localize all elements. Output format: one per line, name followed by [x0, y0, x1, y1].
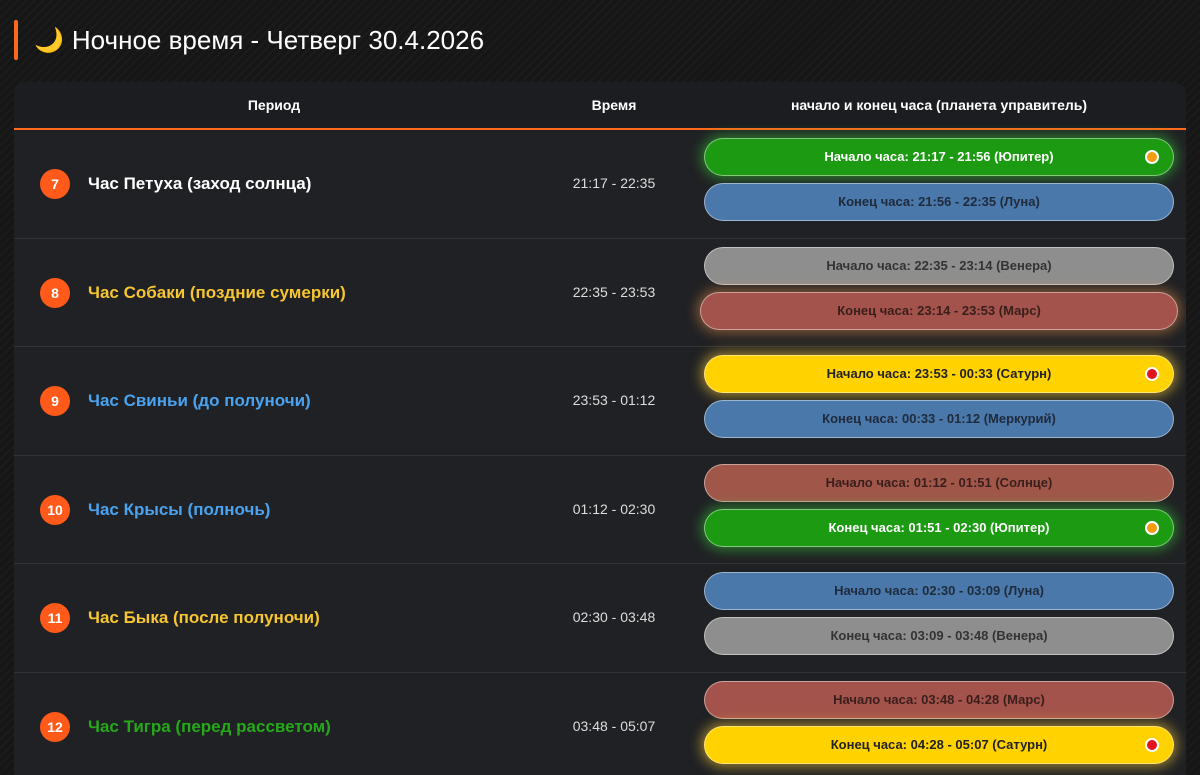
hour-name: Час Быка (после полуночи): [88, 608, 320, 628]
hour-time-range: 21:17 - 22:35: [572, 175, 656, 191]
table-row: 10 Час Крысы (полночь) 01:12 - 02:30 Начало…: [14, 456, 1186, 565]
title-accent-bar: [14, 20, 18, 60]
hour-time-range: 01:12 - 02:30: [572, 500, 656, 517]
pill-label: Начало часа: 02:30 - 03:09 (Луна): [834, 583, 1044, 599]
hour-time-range: 22:35 - 23:53: [572, 283, 656, 300]
pill-label: Конец часа: 01:51 - 02:30 (Юпитер): [828, 519, 1050, 535]
active-indicator-dot-icon: [1145, 520, 1159, 535]
active-indicator-dot-icon: [1145, 367, 1159, 382]
page-title-text: Ночное время - Четверг 30.4.2026: [71, 24, 485, 55]
hour-end-pill: Конец часа: 04:28 - 05:07 (Сатурн): [704, 725, 1174, 764]
hour-start-pill: Начало часа: 22:35 - 23:14 (Венера): [704, 246, 1174, 285]
hour-end-pill: Конец часа: 23:14 - 23:53 (Марс): [700, 291, 1178, 330]
hour-number-badge: 10: [40, 494, 70, 525]
hour-name: Час Крысы (полночь): [88, 499, 271, 519]
table-row: 12 Час Тигра (перед рассветом) 03:48 - 05:…: [14, 673, 1186, 775]
hour-number-badge: 8: [40, 277, 70, 308]
hours-table: Период Время начало и конец часа (планет…: [14, 82, 1186, 775]
hour-end-pill: Конец часа: 00:33 - 01:12 (Меркурий): [704, 400, 1174, 439]
pill-label: Конец часа: 00:33 - 01:12 (Меркурий): [822, 411, 1056, 427]
hour-start-pill: Начало часа: 01:12 - 01:51 (Солнце): [704, 463, 1174, 502]
pill-label: Начало часа: 22:35 - 23:14 (Венера): [826, 257, 1052, 273]
table-row: 11 Час Быка (после полуночи) 02:30 - 03:48…: [14, 564, 1186, 673]
active-indicator-dot-icon: [1145, 737, 1159, 752]
hour-name: Час Петуха (заход солнца): [88, 174, 312, 193]
hour-time-range: 02:30 - 03:48: [572, 609, 656, 626]
table-row: 8 Час Собаки (поздние сумерки) 22:35 - 23:…: [14, 239, 1186, 348]
hour-name: Час Свиньи (до полуночи): [88, 391, 311, 411]
table-row: 7 Час Петуха (заход солнца) 21:17 - 22:35 Н…: [14, 130, 1186, 239]
hour-number-badge: 12: [40, 711, 70, 742]
pill-label: Начало часа: 23:53 - 00:33 (Сатурн): [826, 366, 1052, 382]
pill-label: Начало часа: 21:17 - 21:56 (Юпитер): [824, 149, 1054, 164]
hour-end-pill: Конец часа: 03:09 - 03:48 (Венера): [704, 617, 1174, 656]
active-indicator-dot-icon: [1145, 150, 1159, 164]
hour-start-pill: Начало часа: 02:30 - 03:09 (Луна): [704, 572, 1174, 611]
column-header-period: Период: [247, 97, 301, 113]
hour-end-pill: Конец часа: 01:51 - 02:30 (Юпитер): [704, 508, 1174, 547]
hour-start-pill: Начало часа: 21:17 - 21:56 (Юпитер): [704, 138, 1174, 176]
column-header-time: Время: [591, 97, 637, 113]
table-body: 7 Час Петуха (заход солнца) 21:17 - 22:35 Н…: [14, 130, 1186, 775]
hour-start-pill: Начало часа: 23:53 - 00:33 (Сатурн): [704, 355, 1174, 394]
pill-label: Конец часа: 04:28 - 05:07 (Сатурн): [830, 736, 1048, 752]
pill-label: Начало часа: 01:12 - 01:51 (Солнце): [825, 474, 1053, 490]
hour-number-badge: 7: [40, 169, 70, 199]
page-title: 🌙 Ночное время - Четверг 30.4.2026: [34, 25, 484, 56]
pill-label: Конец часа: 21:56 - 22:35 (Луна): [838, 194, 1040, 209]
hour-time-range: 03:48 - 05:07: [572, 717, 656, 734]
pill-label: Конец часа: 03:09 - 03:48 (Венера): [830, 628, 1048, 644]
hour-name: Час Собаки (поздние сумерки): [88, 282, 346, 302]
pill-label: Конец часа: 23:14 - 23:53 (Марс): [837, 302, 1041, 318]
hour-name: Час Тигра (перед рассветом): [88, 716, 331, 736]
table-header: Период Время начало и конец часа (планет…: [14, 82, 1186, 130]
hour-time-range: 23:53 - 01:12: [572, 392, 656, 409]
hour-number-badge: 9: [40, 386, 70, 417]
hour-number-badge: 11: [40, 603, 70, 634]
pill-label: Начало часа: 03:48 - 04:28 (Марс): [833, 691, 1045, 707]
table-row: 9 Час Свиньи (до полуночи) 23:53 - 01:12 На…: [14, 347, 1186, 456]
page-header: 🌙 Ночное время - Четверг 30.4.2026: [14, 20, 484, 60]
moon-icon: 🌙: [34, 26, 64, 54]
hour-end-pill: Конец часа: 21:56 - 22:35 (Луна): [704, 183, 1174, 221]
column-header-planet: начало и конец часа (планета управитель): [790, 97, 1088, 113]
hour-start-pill: Начало часа: 03:48 - 04:28 (Марс): [704, 680, 1174, 719]
